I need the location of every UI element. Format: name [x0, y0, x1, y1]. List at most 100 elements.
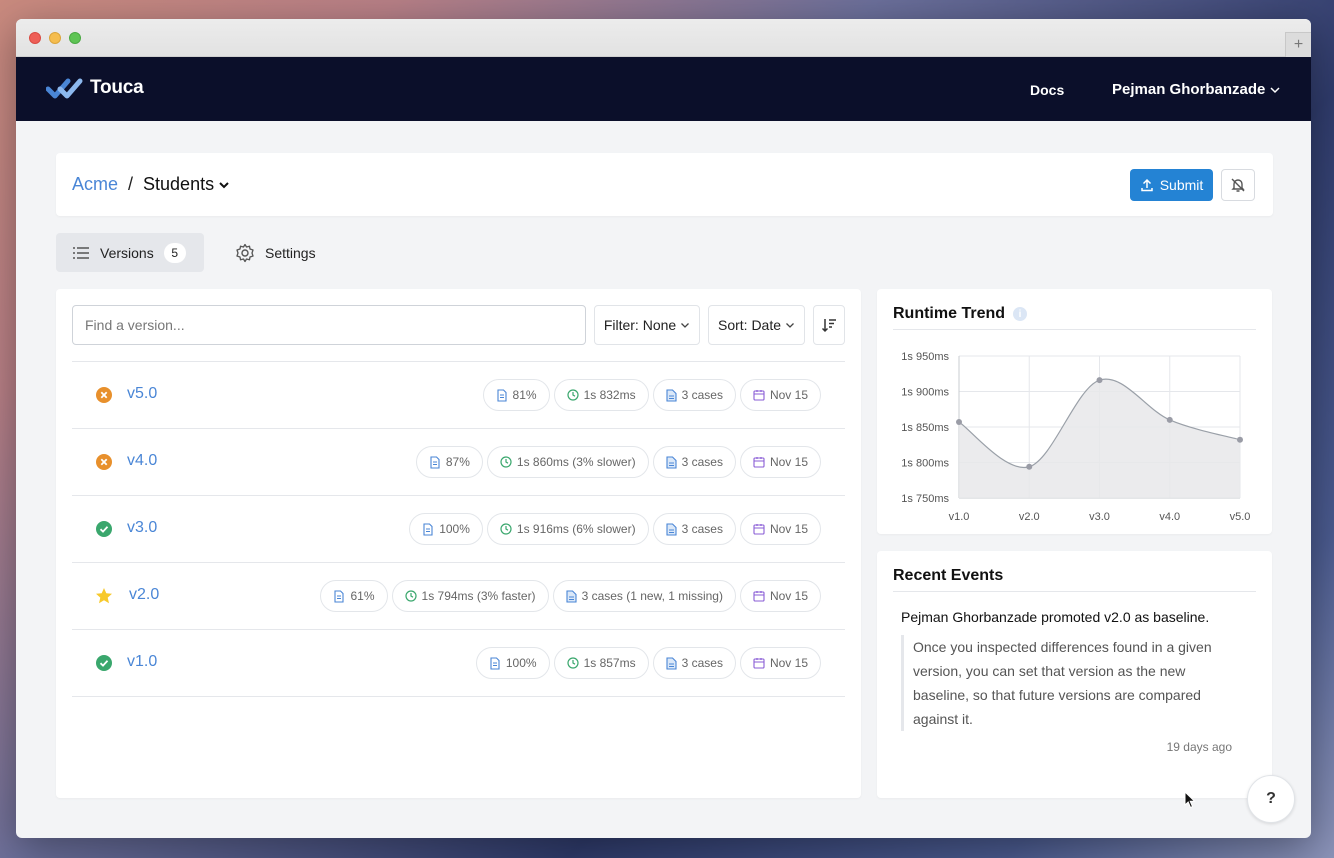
submit-button[interactable]: Submit: [1130, 169, 1213, 201]
trend-point: [1026, 463, 1033, 470]
date-pill: Nov 15: [739, 379, 821, 411]
failed-status-icon: [96, 454, 112, 470]
tab-versions[interactable]: Versions 5: [56, 233, 204, 272]
version-link[interactable]: v4.0: [127, 452, 157, 470]
y-tick-label: 1s 850ms: [901, 422, 949, 434]
match-score-pill: 87%: [415, 446, 483, 478]
help-button[interactable]: ?: [1247, 775, 1295, 823]
tab-versions-label: Versions: [100, 244, 154, 261]
date-pill: Nov 15: [739, 580, 821, 612]
passed-status-icon: [96, 521, 112, 537]
breadcrumb: Acme / Students: [72, 174, 231, 195]
file-icon: [566, 589, 577, 603]
match-score-pill: 100%: [475, 647, 550, 679]
match-score-pill: 81%: [482, 379, 550, 411]
cases: 3 cases: [681, 388, 723, 402]
calendar-icon: [753, 524, 765, 535]
title-bar: +: [16, 19, 1311, 57]
tab-settings[interactable]: Settings: [219, 233, 332, 272]
version-row[interactable]: v1.0 100% 1s 857ms 3 cases Nov 15: [72, 630, 845, 697]
runtime-trend-title-text: Runtime Trend: [893, 305, 1006, 322]
cases: 3 cases: [681, 522, 723, 536]
calendar-icon: [753, 591, 765, 602]
trend-point: [1237, 436, 1243, 443]
event-summary: Pejman Ghorbanzade promoted v2.0 as base…: [901, 609, 1209, 625]
date: Nov 15: [769, 455, 808, 469]
match-score: 100%: [439, 522, 470, 536]
version-link[interactable]: v2.0: [129, 586, 159, 604]
x-tick-label: v5.0: [1230, 511, 1251, 523]
date: Nov 15: [769, 656, 808, 670]
user-menu[interactable]: Pejman Ghorbanzade: [1112, 81, 1281, 98]
event-version[interactable]: v2.0: [1104, 609, 1130, 625]
x-tick-label: v2.0: [1019, 511, 1040, 523]
upload-icon: [1140, 178, 1153, 192]
chevron-down-icon: [1270, 86, 1280, 93]
file-icon: [666, 656, 677, 670]
version-search-input[interactable]: Find a version...: [72, 305, 586, 345]
event-actor[interactable]: Pejman Ghorbanzade: [901, 609, 1037, 625]
info-icon[interactable]: i: [1013, 307, 1028, 321]
breadcrumb-team-link[interactable]: Acme: [72, 174, 118, 195]
runtime: 1s 860ms (3% slower): [516, 455, 636, 469]
match-score: 100%: [505, 656, 537, 670]
runtime-pill: 1s 860ms (3% slower): [486, 446, 649, 478]
x-tick-label: v4.0: [1159, 511, 1180, 523]
trend-point: [1096, 377, 1103, 384]
file-icon: [666, 455, 677, 469]
cases: 3 cases: [681, 455, 723, 469]
submit-label: Submit: [1159, 177, 1204, 193]
brand-logo[interactable]: Touca: [46, 77, 144, 99]
cases-pill: 3 cases: [652, 513, 736, 545]
match-score: 87%: [445, 455, 470, 469]
gear-icon: [236, 243, 254, 262]
divider: [893, 329, 1256, 330]
new-tab-button[interactable]: +: [1285, 32, 1311, 57]
document-icon: [423, 522, 433, 536]
cases-pill: 3 cases: [652, 379, 736, 411]
notifications-toggle-button[interactable]: [1221, 169, 1255, 201]
list-icon: [73, 246, 89, 259]
touca-logo-icon: [46, 78, 83, 99]
version-row[interactable]: v4.0 87% 1s 860ms (3% slower) 3 cases No…: [72, 429, 845, 496]
match-score-pill: 100%: [409, 513, 483, 545]
runtime: 1s 794ms (3% faster): [421, 589, 536, 603]
filter-dropdown[interactable]: Filter: None: [594, 305, 700, 345]
version-link[interactable]: v1.0: [127, 653, 157, 671]
version-link[interactable]: v3.0: [127, 519, 157, 537]
y-tick-label: 1s 800ms: [901, 458, 949, 470]
calendar-icon: [753, 390, 765, 401]
version-link[interactable]: v5.0: [127, 385, 157, 403]
sort-descending-icon: [821, 319, 836, 333]
minimize-window-button[interactable]: [49, 32, 61, 44]
version-row[interactable]: v3.0 100% 1s 916ms (6% slower) 3 cases N…: [72, 496, 845, 563]
version-meta: 100% 1s 857ms 3 cases Nov 15: [475, 647, 821, 679]
date-pill: Nov 15: [739, 513, 821, 545]
breadcrumb-separator: /: [128, 174, 134, 194]
suite-selector[interactable]: Students: [143, 174, 231, 195]
runtime-pill: 1s 832ms: [553, 379, 649, 411]
sort-dropdown[interactable]: Sort: Date: [708, 305, 805, 345]
tab-settings-label: Settings: [265, 244, 316, 261]
version-row[interactable]: v2.0 61% 1s 794ms (3% faster) 3 cases (1…: [72, 563, 845, 630]
version-row[interactable]: v5.0 81% 1s 832ms 3 cases Nov 15: [72, 362, 845, 429]
suite-name: Students: [143, 174, 215, 194]
mouse-cursor-icon: [1184, 791, 1196, 809]
sort-order-button[interactable]: [813, 305, 845, 345]
version-meta: 81% 1s 832ms 3 cases Nov 15: [482, 379, 821, 411]
chevron-down-icon: [219, 181, 229, 188]
baseline-star-icon: [96, 588, 112, 604]
match-score: 61%: [350, 589, 375, 603]
y-tick-label: 1s 950ms: [901, 351, 949, 363]
bell-off-icon: [1231, 178, 1245, 192]
runtime-trend-title: Runtime Trend i: [893, 305, 1028, 323]
recent-events-title: Recent Events: [893, 567, 1004, 584]
event-description: Once you inspected differences found in …: [901, 635, 1241, 731]
docs-link[interactable]: Docs: [1030, 82, 1064, 98]
zoom-window-button[interactable]: [69, 32, 81, 44]
trend-point: [956, 419, 962, 426]
document-icon: [334, 589, 345, 603]
runtime-pill: 1s 794ms (3% faster): [391, 580, 549, 612]
close-window-button[interactable]: [29, 32, 41, 44]
x-tick-label: v3.0: [1089, 511, 1110, 523]
